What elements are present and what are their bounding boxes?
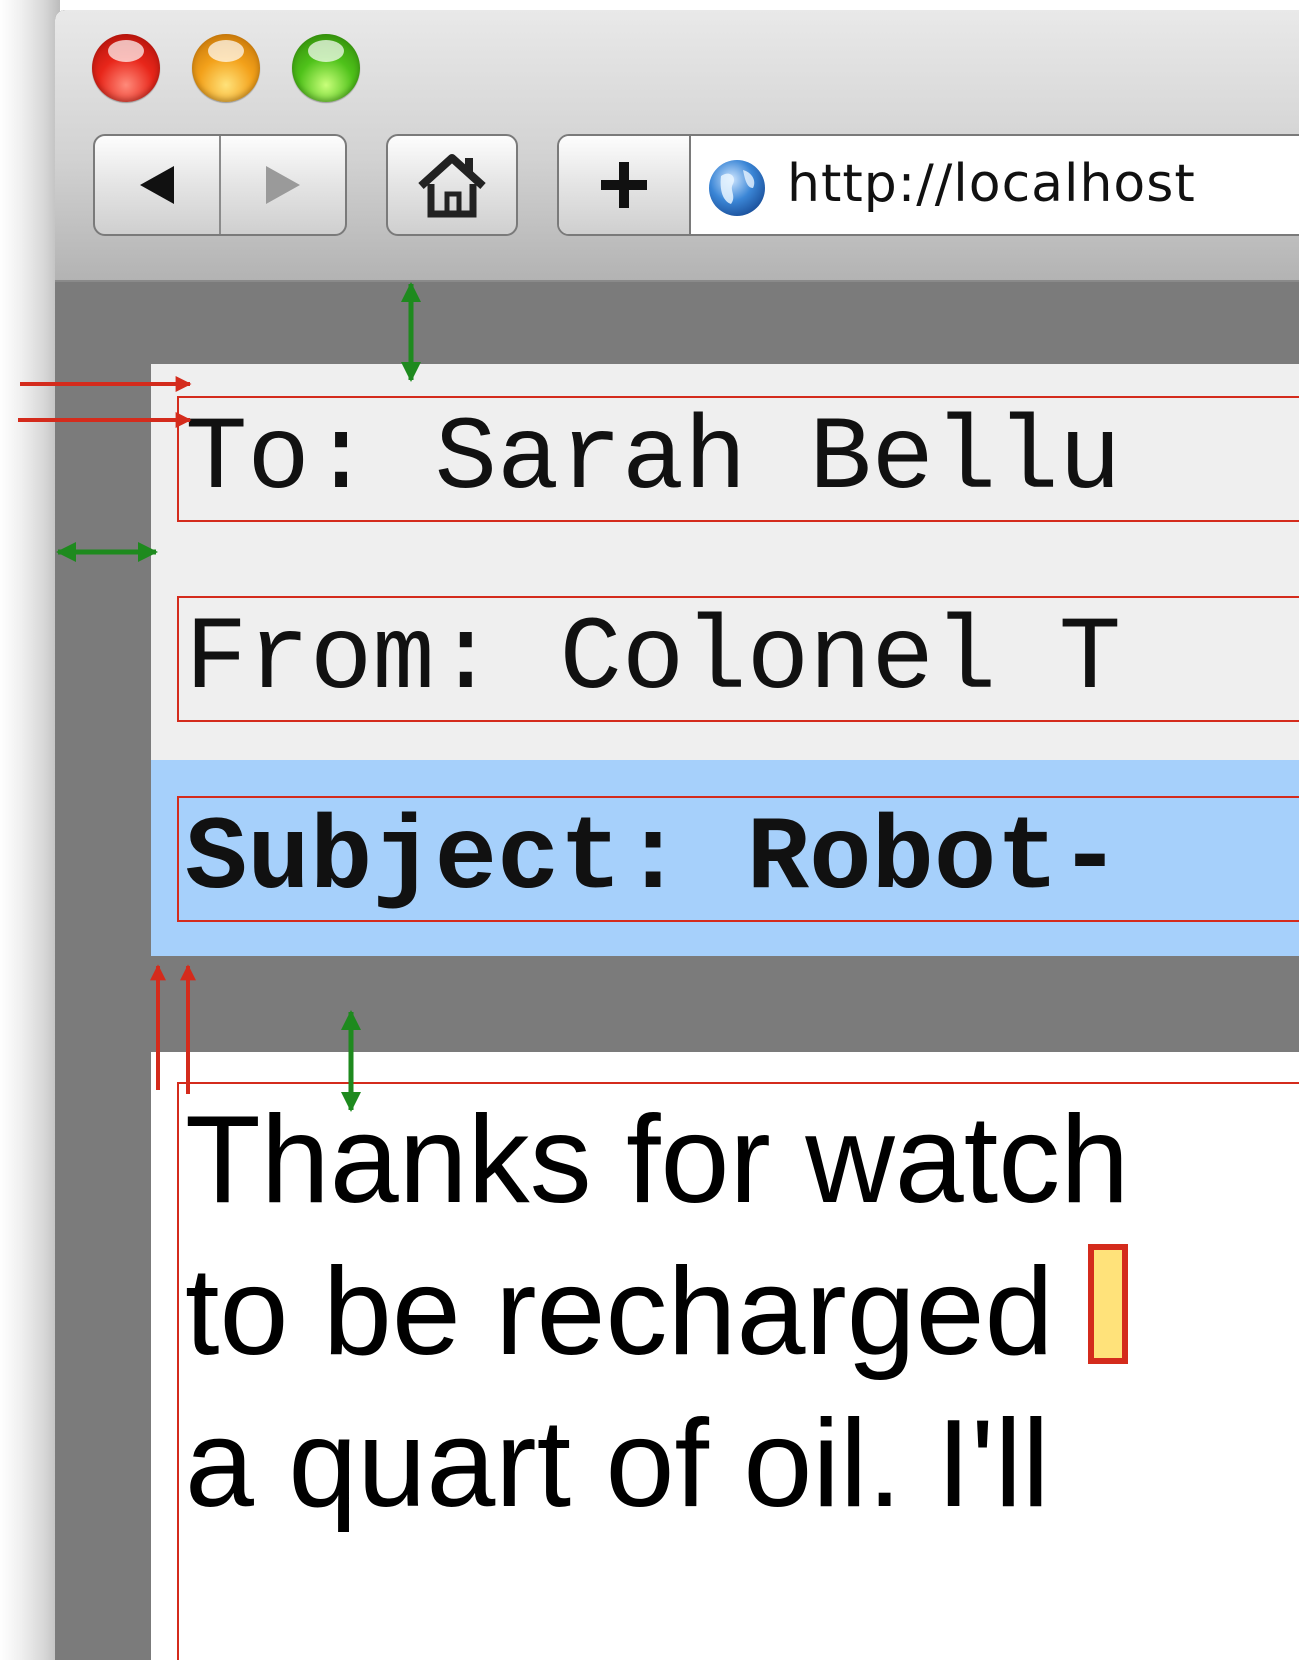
annotation-overlay (18, 282, 421, 1112)
